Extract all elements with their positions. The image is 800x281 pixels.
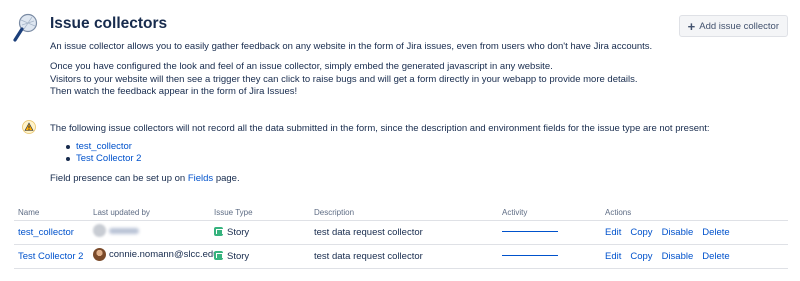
edit-action[interactable]: Edit	[605, 251, 621, 262]
collector-name-link[interactable]: Test Collector 2	[18, 251, 83, 262]
intro-line: Visitors to your website will then see a…	[50, 73, 638, 85]
issue-type-label: Story	[227, 250, 250, 262]
column-header: Issue Type	[210, 205, 310, 221]
column-header: Actions	[601, 205, 788, 221]
warning-collector-link[interactable]: test_collector	[76, 141, 132, 153]
presence-suffix: page.	[213, 173, 240, 184]
copy-action[interactable]: Copy	[630, 227, 652, 238]
warning-collector-link[interactable]: Test Collector 2	[76, 153, 141, 165]
list-item: Test Collector 2	[66, 153, 141, 165]
disable-action[interactable]: Disable	[662, 227, 694, 238]
issue-collector-logo-icon	[13, 13, 38, 42]
field-presence-note: Field presence can be set up on Fields p…	[50, 173, 240, 184]
warning-message: The following issue collectors will not …	[50, 123, 710, 134]
column-header: Name	[14, 205, 89, 221]
intro-line: Then watch the feedback appear in the fo…	[50, 86, 298, 98]
add-issue-collector-button[interactable]: + Add issue collector	[678, 15, 788, 37]
list-item: test_collector	[66, 141, 141, 153]
row-actions: Edit Copy Disable Delete	[601, 244, 788, 269]
story-icon	[214, 250, 223, 260]
page-header: Issue collectors + Add issue collector	[12, 12, 788, 42]
collector-description: test data request collector	[310, 220, 498, 245]
table-header-row: Name Last updated by Issue Type Descript…	[14, 205, 788, 221]
last-updated-user	[93, 224, 139, 237]
column-header: Last updated by	[89, 205, 210, 221]
delete-action[interactable]: Delete	[702, 227, 729, 238]
issue-type-label: Story	[227, 226, 250, 238]
intro-line: Once you have configured the look and fe…	[50, 61, 553, 73]
copy-action[interactable]: Copy	[630, 251, 652, 262]
user-email: connie.nomann@slcc.edu	[109, 249, 219, 260]
presence-prefix: Field presence can be set up on	[50, 173, 188, 184]
collector-name-link[interactable]: test_collector	[18, 227, 74, 238]
table-row: Test Collector 2 connie.nomann@slcc.edu …	[14, 244, 788, 269]
intro-paragraph-1: An issue collector allows you to easily …	[50, 41, 653, 52]
avatar	[93, 224, 106, 237]
story-icon	[214, 226, 223, 236]
row-actions: Edit Copy Disable Delete	[601, 220, 788, 245]
redacted-user-name	[109, 227, 139, 234]
add-issue-collector-label: Add issue collector	[699, 20, 779, 32]
column-header: Activity	[498, 205, 601, 221]
activity-sparkline[interactable]	[502, 231, 558, 233]
last-updated-user: connie.nomann@slcc.edu	[93, 248, 218, 261]
fields-page-link[interactable]: Fields	[188, 173, 213, 184]
column-header: Description	[310, 205, 498, 221]
collector-description: test data request collector	[310, 244, 498, 269]
plus-icon: +	[687, 18, 696, 34]
avatar	[93, 248, 106, 261]
intro-paragraph-2: Once you have configured the look and fe…	[50, 61, 750, 98]
page-title: Issue collectors	[50, 15, 168, 32]
table-row: test_collector Story test data request c…	[14, 220, 788, 245]
intro-text: An issue collector allows you to easily …	[50, 41, 750, 107]
activity-sparkline[interactable]	[502, 255, 558, 257]
edit-action[interactable]: Edit	[605, 227, 621, 238]
issue-collectors-table: Name Last updated by Issue Type Descript…	[14, 205, 788, 269]
warning-icon	[22, 120, 36, 134]
warning-collector-list: test_collector Test Collector 2	[66, 141, 141, 165]
disable-action[interactable]: Disable	[662, 251, 694, 262]
delete-action[interactable]: Delete	[702, 251, 729, 262]
